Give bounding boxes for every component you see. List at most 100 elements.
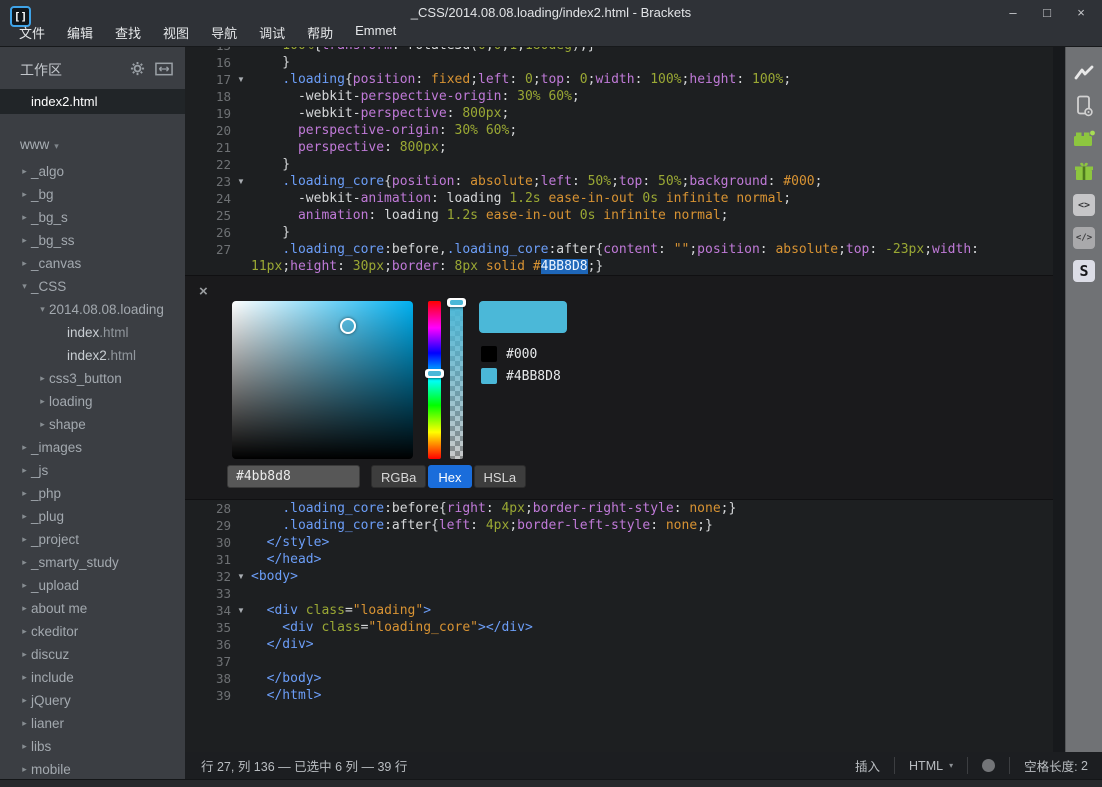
tree-item-discuz[interactable]: ▸discuz (0, 643, 185, 666)
code-line-39[interactable]: 39 </html> (185, 687, 1053, 704)
chevron-right-icon[interactable]: ▸ (36, 413, 49, 436)
code-text[interactable]: </div> (251, 636, 314, 653)
format-button-hsla[interactable]: HSLa (474, 465, 527, 488)
swatch-chip[interactable] (481, 368, 497, 384)
code-line-30[interactable]: 30 </style> (185, 534, 1053, 551)
code-line-16[interactable]: 16 } (185, 54, 1053, 71)
chevron-right-icon[interactable]: ▸ (18, 206, 31, 229)
code-line-28[interactable]: 28 .loading_core:before{right: 4px;borde… (185, 500, 1053, 517)
chevron-down-icon[interactable]: ▾ (18, 275, 31, 298)
code-line-22[interactable]: 22 } (185, 156, 1053, 173)
code-line-33[interactable]: 33 (185, 585, 1053, 602)
code-angle-icon[interactable]: <> (1072, 193, 1096, 217)
tree-item-shape[interactable]: ▸shape (0, 413, 185, 436)
tree-item-_CSS[interactable]: ▾_CSS (0, 275, 185, 298)
tree-item-_canvas[interactable]: ▸_canvas (0, 252, 185, 275)
code-text[interactable]: <div class="loading_core"></div> (251, 619, 533, 636)
tree-item-libs[interactable]: ▸libs (0, 735, 185, 758)
code-line-31[interactable]: 31 </head> (185, 551, 1053, 568)
chevron-right-icon[interactable]: ▸ (18, 689, 31, 712)
tree-item-mobile[interactable]: ▸mobile (0, 758, 185, 781)
code-text[interactable]: .loading_core:before{right: 4px;border-r… (251, 500, 736, 517)
chevron-right-icon[interactable]: ▸ (36, 390, 49, 413)
tree-item-_php[interactable]: ▸_php (0, 482, 185, 505)
chevron-right-icon[interactable]: ▸ (18, 758, 31, 781)
code-line-32[interactable]: 32▼<body> (185, 568, 1053, 585)
saturation-cursor[interactable] (340, 318, 356, 334)
code-text[interactable]: -webkit-animation: loading 1.2s ease-in-… (251, 190, 791, 207)
menu-Emmet[interactable]: Emmet (344, 20, 407, 45)
code-text[interactable]: .loading{position: fixed;left: 0;top: 0;… (251, 71, 791, 88)
opacity-handle[interactable] (447, 298, 466, 307)
code-text[interactable]: </style> (251, 534, 329, 551)
tree-item-jQuery[interactable]: ▸jQuery (0, 689, 185, 712)
tree-item-_plug[interactable]: ▸_plug (0, 505, 185, 528)
code-text[interactable]: </head> (251, 551, 321, 568)
tree-item-2014.08.08.loading[interactable]: ▾2014.08.08.loading (0, 298, 185, 321)
code-line-20[interactable]: 20 perspective-origin: 30% 60%; (185, 122, 1053, 139)
tree-item-_bg[interactable]: ▸_bg (0, 183, 185, 206)
tree-item-include[interactable]: ▸include (0, 666, 185, 689)
menu-视图[interactable]: 视图 (152, 20, 200, 45)
code-line-wrap[interactable]: 11px;height: 30px;border: 8px solid #4BB… (185, 258, 1053, 275)
menu-文件[interactable]: 文件 (8, 20, 56, 45)
code-editor[interactable]: 15 100%{transform: rotate3d(0,0,1,180deg… (185, 47, 1053, 752)
code-text[interactable]: -webkit-perspective: 800px; (251, 105, 509, 122)
extension-manager-icon[interactable] (1072, 127, 1096, 151)
chevron-right-icon[interactable]: ▸ (18, 459, 31, 482)
menu-导航[interactable]: 导航 (200, 20, 248, 45)
code-text[interactable]: .loading_core:after{left: 4px;border-lef… (251, 517, 713, 534)
minimize-button[interactable]: – (1000, 3, 1026, 23)
code-text[interactable]: .loading_core{position: absolute;left: 5… (251, 173, 822, 190)
format-button-hex[interactable]: Hex (428, 465, 471, 488)
hue-handle[interactable] (425, 369, 444, 378)
code-text[interactable]: .loading_core:before,.loading_core:after… (251, 241, 979, 258)
swatch-#000[interactable]: #000 (481, 346, 561, 362)
working-set-file-index2[interactable]: index2.html (0, 89, 185, 114)
code-text[interactable]: } (251, 156, 290, 173)
format-button-rgba[interactable]: RGBa (371, 465, 426, 488)
code-text[interactable]: -webkit-perspective-origin: 30% 60%; (251, 88, 580, 105)
chevron-right-icon[interactable]: ▸ (18, 505, 31, 528)
device-preview-icon[interactable] (1072, 94, 1096, 118)
language-dropdown[interactable]: HTML▾ (895, 752, 967, 779)
close-icon[interactable]: × (199, 284, 208, 300)
tree-item-_upload[interactable]: ▸_upload (0, 574, 185, 597)
chevron-right-icon[interactable]: ▸ (18, 666, 31, 689)
code-line-25[interactable]: 25 animation: loading 1.2s ease-in-out 0… (185, 207, 1053, 224)
code-line-24[interactable]: 24 -webkit-animation: loading 1.2s ease-… (185, 190, 1053, 207)
code-line-15[interactable]: 15 100%{transform: rotate3d(0,0,1,180deg… (185, 47, 1053, 54)
code-text[interactable]: animation: loading 1.2s ease-in-out 0s i… (251, 207, 729, 224)
gift-icon[interactable] (1072, 160, 1096, 184)
code-text[interactable]: } (251, 54, 290, 71)
code-line-21[interactable]: 21 perspective: 800px; (185, 139, 1053, 156)
code-text[interactable]: </body> (251, 670, 321, 687)
tree-item-loading[interactable]: ▸loading (0, 390, 185, 413)
project-root-dropdown[interactable]: www▾ (0, 114, 185, 160)
code-text[interactable]: 11px;height: 30px;border: 8px solid #4BB… (251, 258, 603, 275)
tree-item-about me[interactable]: ▸about me (0, 597, 185, 620)
code-line-27[interactable]: 27 .loading_core:before,.loading_core:af… (185, 241, 1053, 258)
code-text[interactable]: perspective: 800px; (251, 139, 447, 156)
tree-item-_js[interactable]: ▸_js (0, 459, 185, 482)
tree-item-index.html[interactable]: index.html (0, 321, 185, 344)
code-text[interactable]: perspective-origin: 30% 60%; (251, 122, 517, 139)
code-line-23[interactable]: 23▼ .loading_core{position: absolute;lef… (185, 173, 1053, 190)
code-slash-icon[interactable]: </> (1072, 226, 1096, 250)
gear-icon[interactable] (130, 61, 145, 81)
chevron-right-icon[interactable]: ▸ (18, 252, 31, 275)
chevron-right-icon[interactable]: ▸ (18, 160, 31, 183)
menu-帮助[interactable]: 帮助 (296, 20, 344, 45)
tree-item-css3_button[interactable]: ▸css3_button (0, 367, 185, 390)
split-view-icon[interactable] (155, 62, 173, 81)
code-text[interactable]: </html> (251, 687, 321, 704)
tree-item-index2.html[interactable]: index2.html (0, 344, 185, 367)
lint-status[interactable] (968, 752, 1009, 779)
color-value-input[interactable] (227, 465, 360, 488)
tree-item-_images[interactable]: ▸_images (0, 436, 185, 459)
code-line-37[interactable]: 37 (185, 653, 1053, 670)
tree-item-_algo[interactable]: ▸_algo (0, 160, 185, 183)
code-text[interactable]: <body> (251, 568, 298, 585)
fold-marker-icon[interactable]: ▼ (231, 602, 251, 619)
tree-item-_bg_s[interactable]: ▸_bg_s (0, 206, 185, 229)
